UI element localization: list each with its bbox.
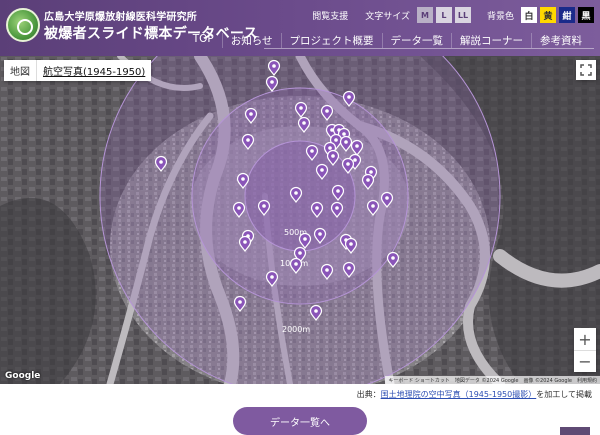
data-list-button[interactable]: データ一覧へ [233, 407, 367, 435]
source-credit: 出典：国土地理院の空中写真（1945-1950撮影）を加工して掲載 [357, 389, 592, 400]
bg-yellow-button[interactable]: 黄 [540, 7, 556, 23]
source-prefix: 出典： [356, 390, 381, 399]
map-type-tabs: 地図 航空写真(1945-1950) [4, 60, 152, 81]
tab-map[interactable]: 地図 [4, 60, 36, 81]
map-canvas[interactable]: 500m 1000m 2000m [0, 56, 600, 384]
reading-support-link[interactable]: 閲覧支援 [312, 9, 348, 22]
institute-name[interactable]: 広島大学原爆放射線医科学研究所 [44, 8, 197, 23]
zoom-in-button[interactable]: + [574, 328, 596, 350]
bg-color-label: 背景色 [486, 11, 514, 22]
fullscreen-icon [580, 64, 592, 76]
google-logo: Google [5, 371, 41, 381]
font-size-label: 文字サイズ [365, 11, 410, 22]
nav-news[interactable]: お知らせ [221, 33, 281, 48]
nav-project[interactable]: プロジェクト概要 [280, 33, 382, 48]
source-suffix: を加工して掲載 [536, 390, 592, 399]
aerial-map[interactable]: 500m 1000m 2000m 地図 航空写真(1945-1950) + − … [0, 56, 600, 384]
nav-references[interactable]: 参考資料 [531, 33, 590, 48]
font-size-ll-button[interactable]: LL [454, 7, 471, 23]
source-link[interactable]: 国土地理院の空中写真（1945-1950撮影） [381, 390, 537, 399]
tab-aerial-photo[interactable]: 航空写真(1945-1950) [36, 60, 151, 81]
minus-icon: − [578, 352, 592, 371]
nav-top[interactable]: TOP [185, 33, 222, 48]
main-nav: TOP お知らせ プロジェクト概要 データ一覧 解説コーナー 参考資料 [185, 33, 590, 48]
nav-explanation[interactable]: 解説コーナー [451, 33, 531, 48]
page-top-button[interactable] [560, 427, 590, 435]
nav-underline [264, 48, 594, 49]
bg-navy-button[interactable]: 紺 [559, 7, 575, 23]
nav-data-list[interactable]: データ一覧 [381, 33, 452, 48]
font-size-m-button[interactable]: M [416, 7, 433, 23]
zoom-out-button[interactable]: − [574, 350, 596, 372]
institute-logo[interactable] [6, 8, 40, 42]
plus-icon: + [578, 329, 592, 349]
bg-black-button[interactable]: 黒 [578, 7, 594, 23]
bg-white-button[interactable]: 白 [521, 7, 537, 23]
map-attribution[interactable]: キーボード ショートカット 地図データ ©2024 Google 画像 ©202… [385, 376, 600, 384]
zoom-control: + − [574, 328, 596, 372]
fullscreen-button[interactable] [576, 60, 596, 80]
ring-label-2000m: 2000m [282, 325, 310, 334]
font-size-l-button[interactable]: L [435, 7, 452, 23]
accessibility-tools: 閲覧支援 文字サイズ M L LL 背景色 白 黄 紺 黒 [312, 7, 594, 23]
site-header: 広島大学原爆放射線医科学研究所 被爆者スライド標本データベース 閲覧支援 文字サ… [0, 0, 600, 56]
